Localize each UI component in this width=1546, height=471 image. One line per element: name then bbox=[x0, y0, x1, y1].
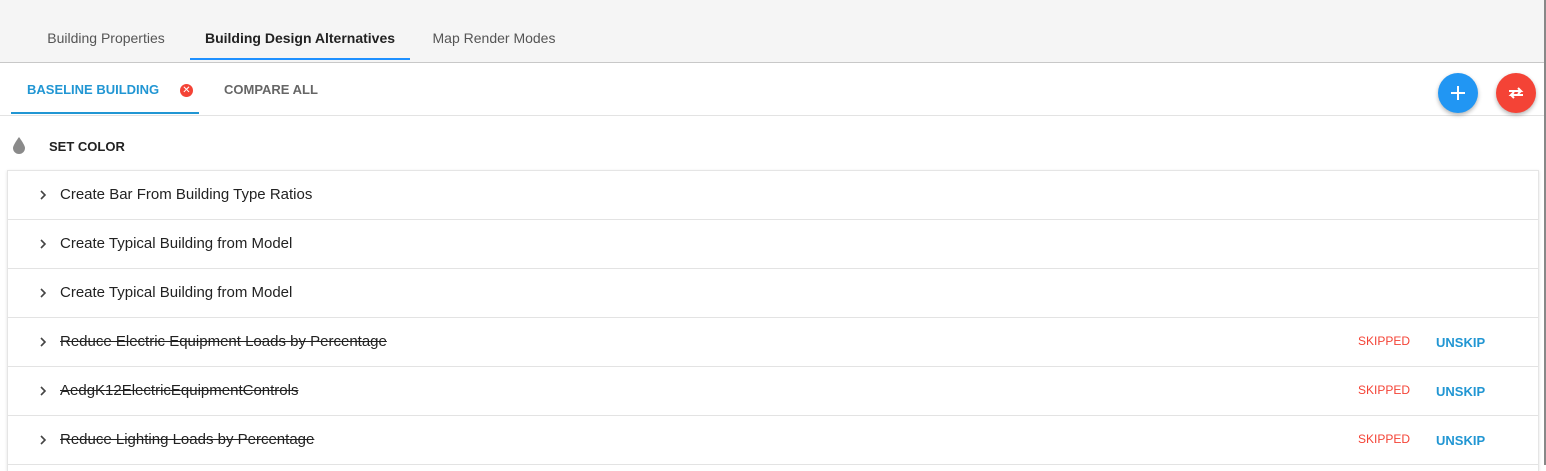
list-item[interactable]: Create Bar From Building Type Ratios bbox=[8, 171, 1538, 220]
chevron-right-icon[interactable] bbox=[38, 383, 48, 399]
status-badge: SKIPPED bbox=[1358, 334, 1411, 348]
chevron-right-icon[interactable] bbox=[38, 432, 48, 448]
unskip-button[interactable]: UNSKIP bbox=[1436, 384, 1485, 399]
measure-title: AedgK12ElectricEquipmentControls bbox=[60, 382, 299, 399]
add-alternative-button[interactable] bbox=[1438, 73, 1478, 113]
set-color-label: SET COLOR bbox=[49, 139, 125, 154]
chevron-right-icon[interactable] bbox=[38, 285, 48, 301]
tab-label: Building Properties bbox=[47, 30, 165, 46]
measure-title: Create Typical Building from Model bbox=[60, 235, 293, 252]
set-color-button[interactable]: SET COLOR bbox=[0, 128, 300, 164]
measure-title: Reduce Electric Equipment Loads by Perce… bbox=[60, 333, 387, 350]
tab-compare-all[interactable]: COMPARE ALL bbox=[224, 63, 344, 114]
swap-arrows-icon bbox=[1508, 87, 1524, 99]
measure-title: Create Bar From Building Type Ratios bbox=[60, 186, 313, 203]
list-item[interactable]: Create Typical Building from Model bbox=[8, 220, 1538, 269]
alternatives-tab-bar: BASELINE BUILDING ✕ COMPARE ALL bbox=[0, 63, 1546, 116]
tab-label: Map Render Modes bbox=[432, 30, 556, 46]
list-item[interactable]: Reduce Electric Equipment Loads by Perce… bbox=[8, 318, 1538, 367]
drop-icon bbox=[13, 137, 25, 154]
chevron-right-icon[interactable] bbox=[38, 187, 48, 203]
tab-building-properties[interactable]: Building Properties bbox=[22, 18, 190, 60]
tab-building-design-alternatives[interactable]: Building Design Alternatives bbox=[190, 18, 410, 60]
measure-title: Create Typical Building from Model bbox=[60, 284, 293, 301]
list-item[interactable]: AedgK12ElectricEquipmentControls SKIPPED… bbox=[8, 367, 1538, 416]
top-tab-bar: Building Properties Building Design Alte… bbox=[0, 0, 1546, 63]
tab-label: BASELINE BUILDING bbox=[27, 82, 160, 97]
chevron-right-icon[interactable] bbox=[38, 334, 48, 350]
plus-icon bbox=[1451, 86, 1465, 100]
tab-label: COMPARE ALL bbox=[224, 82, 318, 97]
status-badge: SKIPPED bbox=[1358, 432, 1411, 446]
swap-button[interactable] bbox=[1496, 73, 1536, 113]
list-item[interactable]: Reduce Lighting Loads by Percentage SKIP… bbox=[8, 416, 1538, 465]
unskip-button[interactable]: UNSKIP bbox=[1436, 335, 1485, 350]
unskip-button[interactable]: UNSKIP bbox=[1436, 433, 1485, 448]
list-item[interactable]: Create Typical Building from Model bbox=[8, 269, 1538, 318]
tab-map-render-modes[interactable]: Map Render Modes bbox=[410, 18, 578, 60]
chevron-right-icon[interactable] bbox=[38, 236, 48, 252]
tab-baseline-building[interactable]: BASELINE BUILDING ✕ bbox=[11, 63, 199, 114]
status-badge: SKIPPED bbox=[1358, 383, 1411, 397]
tab-label: Building Design Alternatives bbox=[204, 30, 396, 46]
measure-title: Reduce Lighting Loads by Percentage bbox=[60, 431, 315, 448]
active-tab-indicator bbox=[190, 58, 410, 60]
active-tab-indicator bbox=[11, 112, 199, 114]
measures-list: Create Bar From Building Type Ratios Cre… bbox=[7, 170, 1539, 471]
close-icon[interactable]: ✕ bbox=[180, 84, 193, 97]
